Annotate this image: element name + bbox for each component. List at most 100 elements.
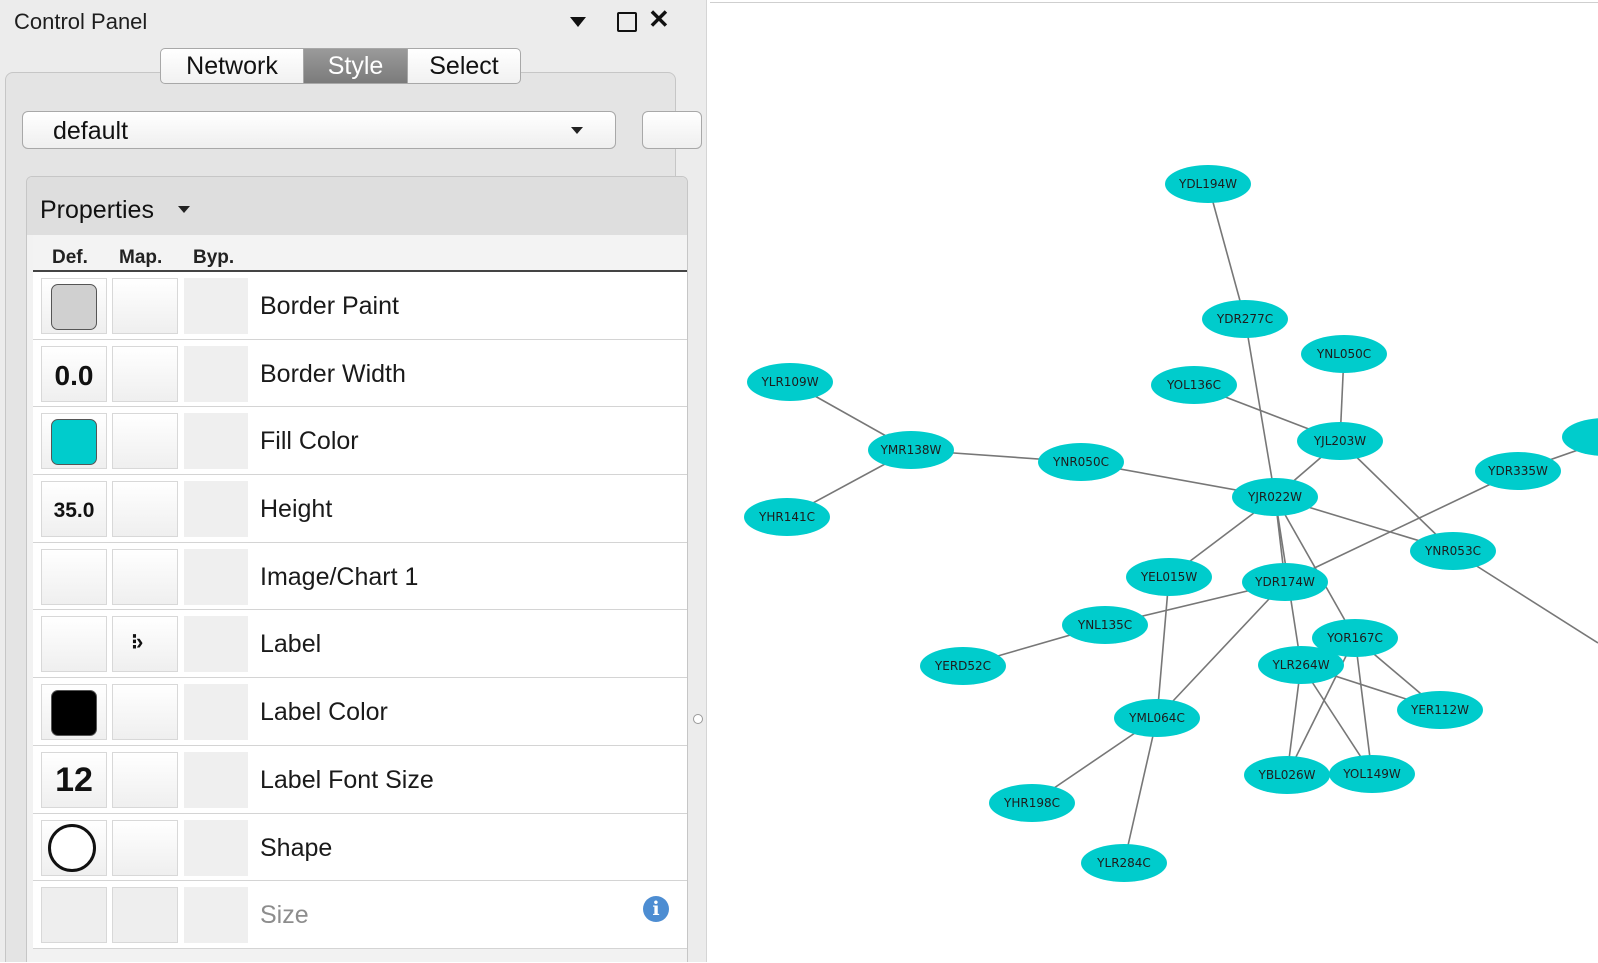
control-panel: Control Panel ✕ Network Style Select def…: [0, 0, 707, 962]
default-value-cell[interactable]: [41, 684, 107, 741]
tab-style[interactable]: Style: [304, 48, 408, 84]
network-node[interactable]: YDR335W: [1475, 452, 1561, 490]
network-node[interactable]: YHR141C: [744, 498, 830, 536]
network-edge[interactable]: [1354, 637, 1373, 775]
properties-header[interactable]: Properties: [27, 177, 687, 235]
property-name: Label: [260, 630, 322, 659]
mapping-cell[interactable]: [112, 684, 178, 741]
panel-title: Control Panel: [14, 9, 148, 34]
bypass-cell[interactable]: [184, 278, 248, 334]
network-edge[interactable]: [1156, 576, 1170, 719]
property-row-border-width: 0.0 Border Width: [33, 339, 687, 408]
network-node[interactable]: YBL026W: [1244, 756, 1330, 794]
properties-title: Properties: [40, 196, 154, 224]
mapping-cell[interactable]: [112, 481, 178, 538]
style-dropdown-value: default: [53, 117, 129, 145]
property-name: Label Font Size: [260, 765, 434, 794]
mapping-cell[interactable]: [112, 278, 178, 334]
network-node[interactable]: YDR277C: [1202, 300, 1288, 338]
network-node-shape[interactable]: [1562, 418, 1598, 456]
property-row-size: Size i: [33, 881, 687, 949]
network-edge[interactable]: [1284, 470, 1519, 583]
network-node[interactable]: YJL203W: [1297, 422, 1383, 460]
tab-select[interactable]: Select: [408, 48, 521, 84]
property-name: Shape: [260, 833, 333, 862]
network-node[interactable]: YLR284C: [1081, 844, 1167, 882]
network-node-label: YLR109W: [760, 375, 818, 389]
splitter-handle[interactable]: [693, 714, 703, 724]
network-node[interactable]: YNL135C: [1062, 606, 1148, 644]
network-node[interactable]: YER112W: [1397, 691, 1483, 729]
network-node[interactable]: YML064C: [1114, 699, 1200, 737]
default-value-cell: [41, 887, 107, 944]
mapping-arrow-icon: ⁝›: [131, 629, 143, 655]
default-value-cell[interactable]: [41, 548, 107, 605]
network-node[interactable]: YMR138W: [868, 431, 954, 469]
property-name: Fill Color: [260, 427, 359, 456]
style-options-button[interactable]: [642, 111, 702, 149]
network-canvas[interactable]: YDL194W YDR277C YNL050C YOL136C YLR109W YJL20…: [710, 2, 1598, 963]
bypass-cell[interactable]: [184, 345, 248, 402]
mapping-cell[interactable]: [112, 345, 178, 402]
tab-network[interactable]: Network: [160, 48, 304, 84]
style-dropdown[interactable]: default: [22, 111, 616, 149]
network-node-label: YERD52C: [934, 659, 991, 673]
bypass-cell[interactable]: [184, 481, 248, 538]
bypass-cell[interactable]: [184, 616, 248, 673]
network-node-label: YBL026W: [1257, 768, 1315, 782]
network-node[interactable]: YNL050C: [1301, 335, 1387, 373]
network-edge[interactable]: [1156, 581, 1286, 719]
network-edge[interactable]: [1207, 183, 1246, 320]
network-node[interactable]: YJR022W: [1232, 478, 1318, 516]
bypass-cell[interactable]: [184, 684, 248, 741]
bypass-cell[interactable]: [184, 413, 248, 470]
mapping-cell[interactable]: [112, 413, 178, 470]
panel-tabs: Network Style Select: [160, 48, 521, 86]
default-value-cell[interactable]: [41, 278, 107, 334]
network-node[interactable]: YOL136C: [1151, 366, 1237, 404]
network-node[interactable]: YDR174W: [1242, 563, 1328, 601]
default-value-cell[interactable]: [41, 819, 107, 876]
column-byp: Byp.: [193, 247, 235, 268]
property-name: Image/Chart 1: [260, 562, 419, 591]
property-row-shape: Shape: [33, 813, 687, 882]
panel-menu-arrow-icon[interactable]: [570, 17, 586, 27]
property-row-height: 35.0 Height: [33, 475, 687, 543]
network-node-label: YEL015W: [1140, 570, 1198, 584]
bypass-cell[interactable]: [184, 548, 248, 605]
bypass-cell[interactable]: [184, 819, 248, 876]
properties-panel: Properties Def. Map. Byp. Border Paint 0…: [26, 176, 688, 962]
network-graph[interactable]: YDL194W YDR277C YNL050C YOL136C YLR109W YJL20…: [710, 3, 1598, 961]
float-window-icon[interactable]: [617, 12, 637, 32]
network-node[interactable]: YLR109W: [747, 363, 833, 401]
network-node-label: YDR277C: [1216, 312, 1273, 326]
property-name: Border Paint: [260, 292, 399, 320]
network-node[interactable]: YERD52C: [920, 647, 1006, 685]
properties-dropdown-icon[interactable]: [178, 206, 190, 213]
info-icon[interactable]: i: [643, 896, 669, 923]
network-node[interactable]: YDL194W: [1165, 165, 1251, 203]
mapping-cell[interactable]: [112, 548, 178, 605]
network-node[interactable]: YNR053C: [1410, 532, 1496, 570]
network-node[interactable]: YHR198C: [989, 784, 1075, 822]
network-node[interactable]: YEL015W: [1126, 558, 1212, 596]
default-value-cell[interactable]: 12: [41, 751, 107, 808]
bypass-cell[interactable]: [184, 751, 248, 808]
network-edge[interactable]: [1244, 318, 1276, 498]
property-name: Height: [260, 495, 333, 524]
network-node[interactable]: YLR264W: [1258, 646, 1344, 684]
mapping-cell[interactable]: [112, 751, 178, 808]
network-node-label: YER112W: [1410, 703, 1469, 717]
default-value-cell[interactable]: 0.0: [41, 345, 107, 402]
network-edge[interactable]: [1123, 717, 1158, 864]
close-icon[interactable]: ✕: [648, 6, 670, 32]
network-node[interactable]: YNR050C: [1038, 443, 1124, 481]
default-value-cell[interactable]: 35.0: [41, 481, 107, 538]
mapping-cell[interactable]: ⁝›: [112, 616, 178, 673]
network-node-label: YNL050C: [1316, 347, 1371, 361]
default-value-cell[interactable]: [41, 616, 107, 673]
mapping-cell[interactable]: [112, 819, 178, 876]
property-row-label: ⁝› Label: [33, 610, 687, 679]
default-value-cell[interactable]: [41, 413, 107, 470]
network-node[interactable]: YOL149W: [1329, 755, 1415, 793]
